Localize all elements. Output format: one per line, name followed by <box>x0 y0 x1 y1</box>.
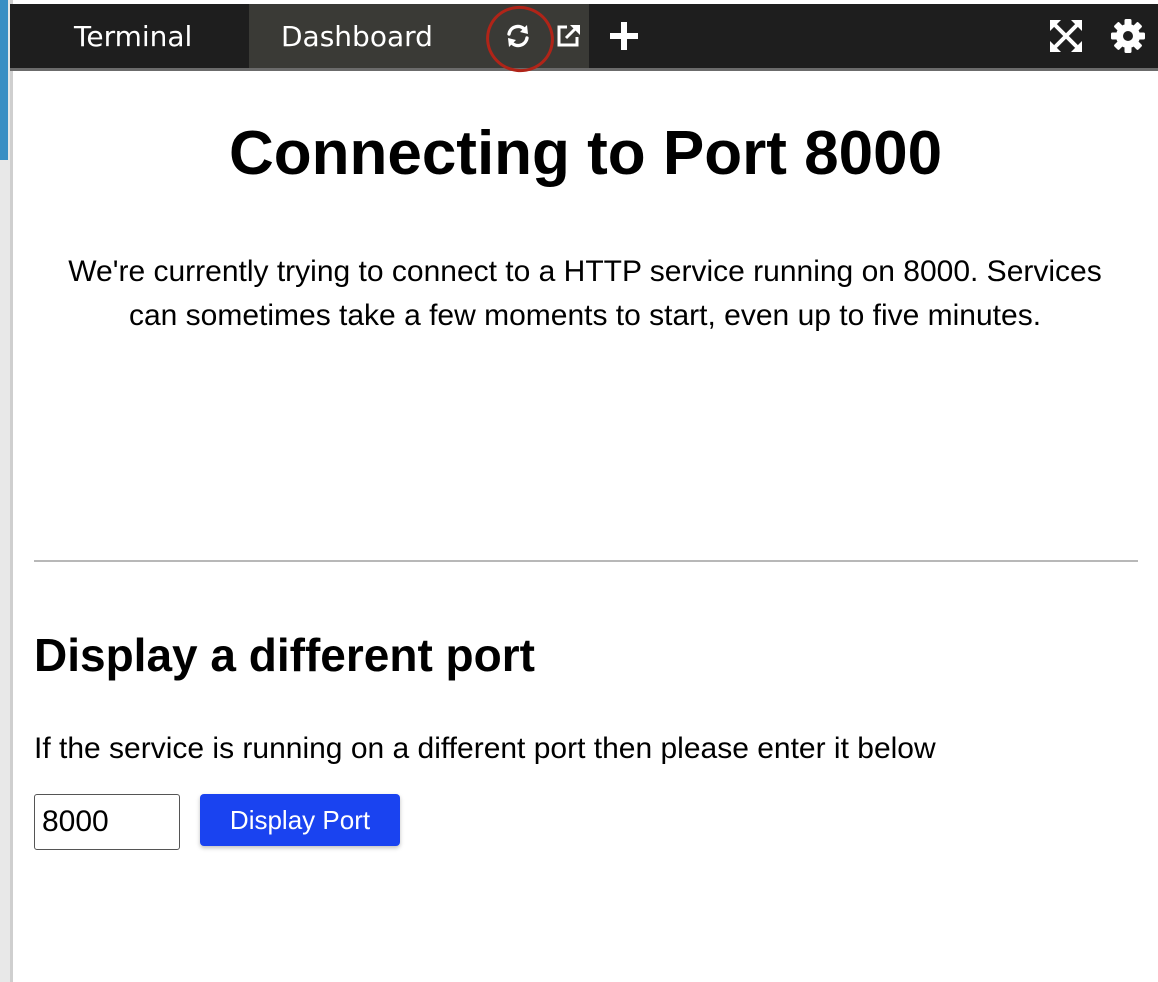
add-tab-button[interactable] <box>602 4 646 68</box>
tab-dashboard-label: Dashboard <box>281 19 433 53</box>
tab-terminal[interactable]: Terminal <box>74 4 192 68</box>
port-input[interactable] <box>34 794 180 850</box>
expand-icon <box>1050 20 1082 52</box>
page-title: Connecting to Port 8000 <box>228 119 943 188</box>
plus-icon <box>610 22 638 50</box>
open-external-button[interactable] <box>548 4 588 68</box>
settings-button[interactable] <box>1106 4 1150 68</box>
refresh-button[interactable] <box>498 4 538 68</box>
tab-terminal-label: Terminal <box>74 19 193 53</box>
tab-dashboard[interactable]: Dashboard <box>249 4 589 68</box>
window-edge-accent <box>0 0 8 160</box>
section-heading: Display a different port <box>34 629 535 681</box>
refresh-icon <box>507 24 529 48</box>
tab-bar: Terminal Dashboard <box>10 4 1158 71</box>
gear-icon <box>1111 19 1145 53</box>
section-divider <box>34 560 1138 562</box>
fullscreen-button[interactable] <box>1044 4 1088 68</box>
external-link-icon <box>557 25 580 47</box>
display-port-button[interactable]: Display Port <box>200 794 400 846</box>
help-text: If the service is running on a different… <box>34 732 936 765</box>
intro-text: We're currently trying to connect to a H… <box>68 255 1102 332</box>
